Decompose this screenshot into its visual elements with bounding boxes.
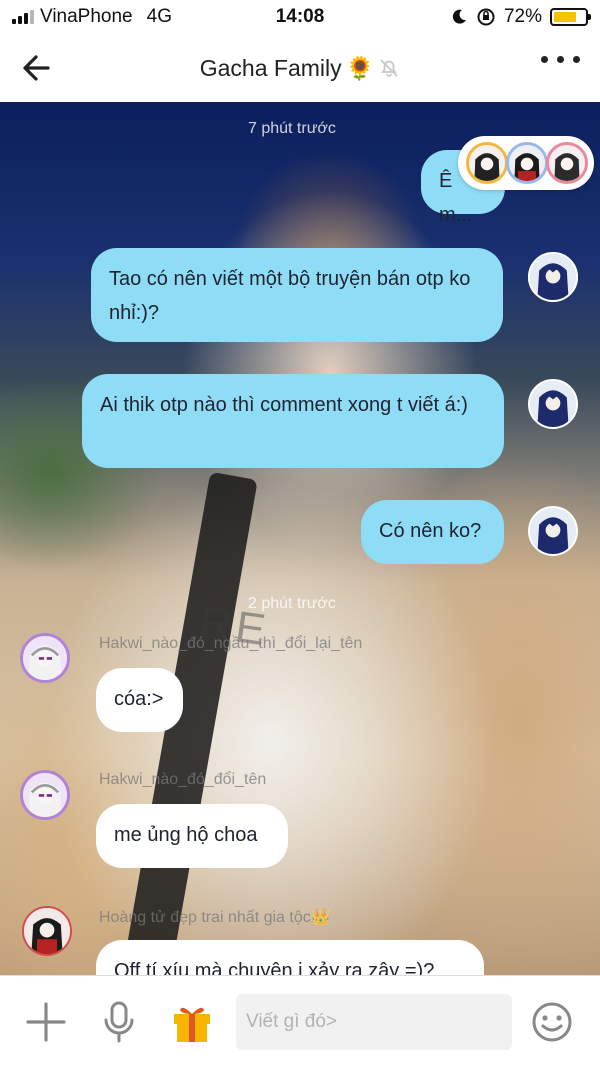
- sunflower-emoji: 🌻: [345, 54, 375, 81]
- sender-name: Hakwi_nào_đó_đổi_tên: [99, 771, 267, 788]
- other-message-bubble[interactable]: me ủng hộ choa: [96, 804, 288, 868]
- member-avatar[interactable]: [546, 142, 588, 184]
- my-avatar[interactable]: [528, 506, 578, 556]
- emoji-icon[interactable]: [530, 1000, 574, 1044]
- message-input[interactable]: Viết gì đó>: [236, 994, 512, 1050]
- my-avatar[interactable]: [528, 252, 578, 302]
- other-message-bubble[interactable]: cóa:>: [96, 668, 183, 732]
- timestamp: 2 phút trước: [248, 595, 336, 612]
- my-message-bubble[interactable]: Tao có nên viết một bộ truyện bán otp ko…: [91, 248, 503, 342]
- more-options-icon[interactable]: [541, 56, 580, 63]
- composer-bar: Viết gì đó>: [0, 975, 600, 1067]
- member-avatar[interactable]: [506, 142, 548, 184]
- sender-name: Hoàng tử đẹp trai nhất gia tộc👑: [99, 909, 331, 926]
- my-avatar[interactable]: [528, 379, 578, 429]
- mute-bell-icon: [380, 59, 398, 77]
- status-bar: VinaPhone 4G 14:08 72%: [0, 0, 600, 34]
- my-message-bubble[interactable]: Ai thik otp nào thì comment xong t viết …: [82, 374, 504, 468]
- chat-header: Gacha Family 🌻: [0, 34, 600, 102]
- sender-avatar[interactable]: [20, 633, 70, 683]
- signal-icon: [12, 10, 34, 24]
- sender-name: Hakwi_nào_đó_ngầu_thì_đổi_lại_tên: [99, 635, 363, 652]
- chat-area[interactable]: RE 7 phút trước Ê m... Tao có nên viết m…: [0, 102, 600, 975]
- timestamp: 7 phút trước: [248, 120, 336, 137]
- sender-avatar[interactable]: [22, 906, 72, 956]
- member-avatar[interactable]: [466, 142, 508, 184]
- other-message-bubble[interactable]: Off tí xíu mà chuyện j xảy ra zậy =)?: [96, 940, 484, 975]
- moon-icon: [452, 9, 466, 24]
- online-members[interactable]: [458, 136, 594, 190]
- network-type: 4G: [146, 6, 172, 27]
- battery-percent: 72%: [503, 6, 542, 27]
- plus-icon[interactable]: [24, 1000, 68, 1044]
- back-arrow-icon[interactable]: [18, 50, 58, 86]
- gift-icon[interactable]: [170, 1000, 214, 1044]
- group-name: Gacha Family: [199, 54, 342, 81]
- battery-icon: [550, 8, 591, 26]
- my-message-bubble[interactable]: Có nên ko?: [361, 500, 504, 564]
- carrier-name: VinaPhone: [40, 6, 133, 27]
- microphone-icon[interactable]: [97, 1000, 141, 1044]
- sender-avatar[interactable]: [20, 770, 70, 820]
- orientation-lock-icon: [477, 8, 495, 26]
- chat-title[interactable]: Gacha Family 🌻: [200, 55, 401, 82]
